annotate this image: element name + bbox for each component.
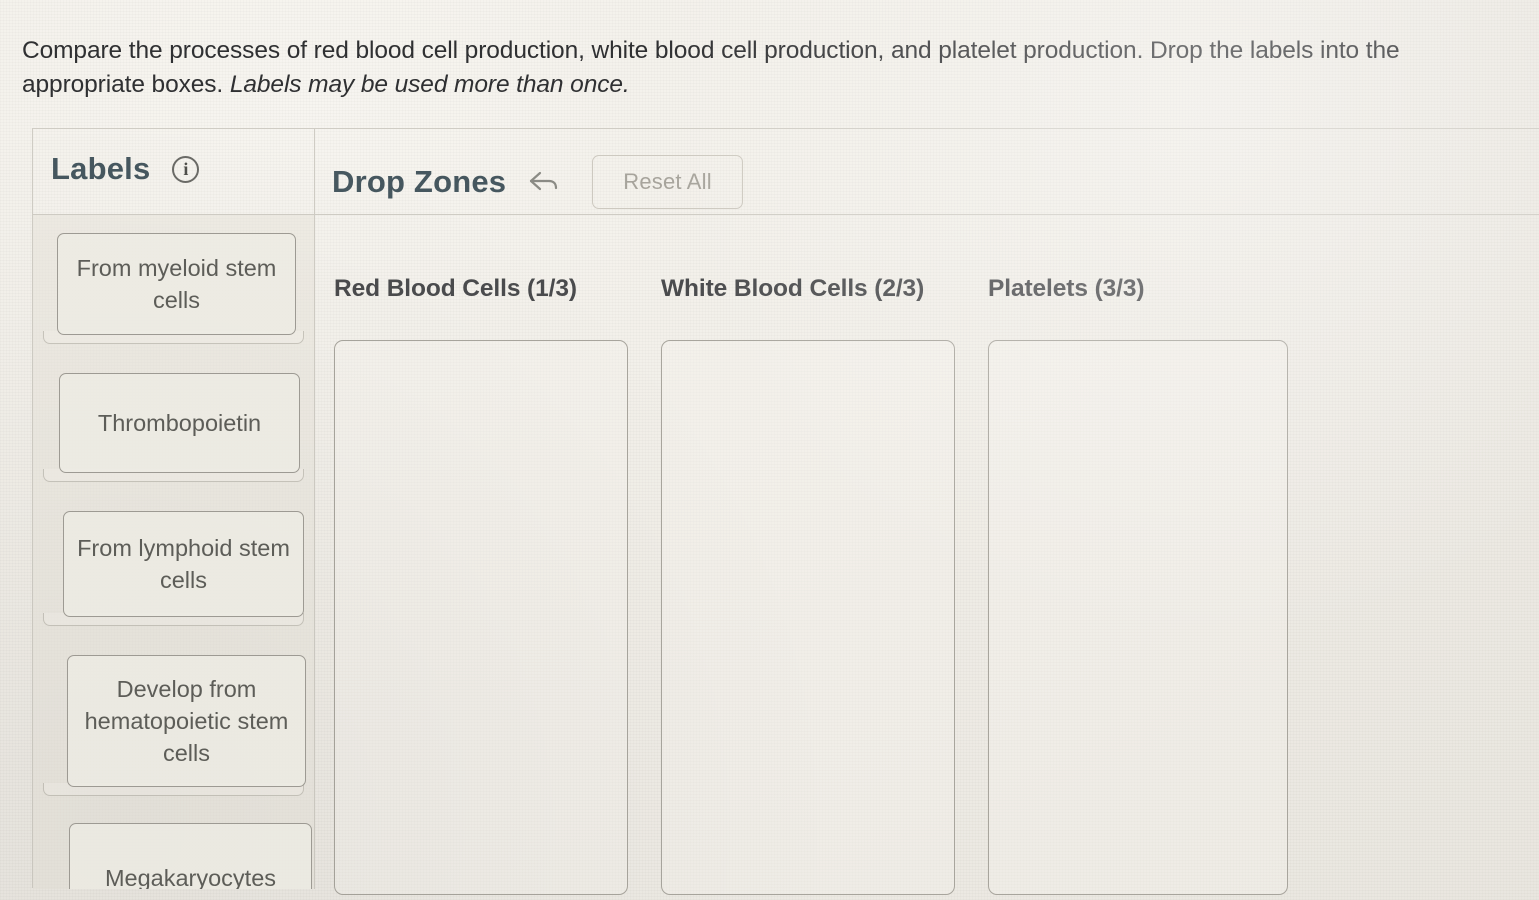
widget-header-row <box>33 129 1539 215</box>
dropzones-column: Red Blood Cells (1/3) White Blood Cells … <box>314 215 1539 895</box>
draggable-label[interactable]: Develop from hematopoietic stem cells <box>67 655 306 787</box>
draggable-label[interactable]: From lymphoid stem cells <box>63 511 304 617</box>
draggable-label[interactable]: From myeloid stem cells <box>57 233 296 335</box>
instruction-main: Compare the processes of red blood cell … <box>22 37 1400 98</box>
dropzone-title: Platelets (3/3) <box>988 275 1145 302</box>
dropzones-title: Drop Zones <box>332 164 507 199</box>
label-wrap: Megakaryocytes <box>33 823 314 889</box>
drag-drop-widget: Labels i Drop Zones Reset All From myelo… <box>32 128 1539 895</box>
labels-title: Labels <box>51 151 151 186</box>
label-wrap: Thrombopoietin <box>33 373 314 482</box>
reset-all-button[interactable]: Reset All <box>592 155 743 209</box>
dropzones-header: Drop Zones Reset All <box>332 155 743 209</box>
question-instruction: Compare the processes of red blood cell … <box>22 34 1527 102</box>
dropzone-target[interactable] <box>334 340 628 895</box>
label-wrap: Develop from hematopoietic stem cells <box>33 655 314 796</box>
draggable-label[interactable]: Thrombopoietin <box>59 373 300 473</box>
info-circle-icon[interactable]: i <box>172 155 200 183</box>
dropzone-target[interactable] <box>988 340 1288 895</box>
dropzone-target[interactable] <box>661 340 955 895</box>
dropzone-red-blood-cells: Red Blood Cells (1/3) <box>334 215 628 895</box>
instruction-emphasis: Labels may be used more than once. <box>229 71 630 98</box>
dropzone-platelets: Platelets (3/3) <box>988 215 1288 895</box>
labels-column: From myeloid stem cells Thrombopoietin F… <box>33 215 314 889</box>
labels-header: Labels i <box>51 151 200 187</box>
labels-list: From myeloid stem cells Thrombopoietin F… <box>33 215 314 889</box>
dropzones-list: Red Blood Cells (1/3) White Blood Cells … <box>334 215 1539 895</box>
label-wrap: From myeloid stem cells <box>33 233 314 344</box>
dropzone-title: Red Blood Cells (1/3) <box>334 275 577 302</box>
draggable-label[interactable]: Megakaryocytes <box>69 823 312 889</box>
label-wrap: From lymphoid stem cells <box>33 511 314 626</box>
dropzone-white-blood-cells: White Blood Cells (2/3) <box>661 215 955 895</box>
undo-arrow-icon[interactable] <box>526 167 560 197</box>
dropzone-title: White Blood Cells (2/3) <box>661 275 925 302</box>
